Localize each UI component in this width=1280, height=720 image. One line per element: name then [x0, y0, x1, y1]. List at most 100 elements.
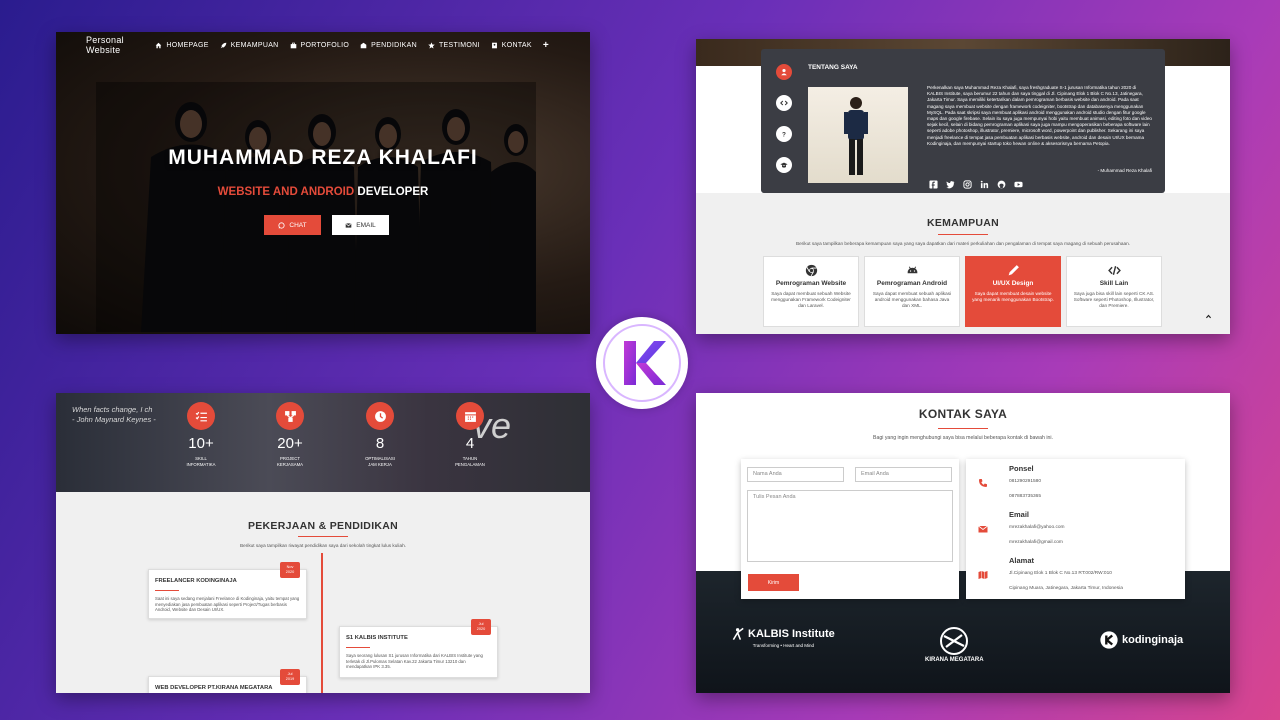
whatsapp-icon — [278, 221, 285, 229]
stat-number: 20+ — [277, 435, 303, 452]
about-tab-question[interactable]: ? — [776, 126, 792, 142]
tasks-icon — [195, 411, 207, 421]
timeline-date: Nov 2020 — [280, 562, 300, 578]
stat-number: 4 — [465, 435, 475, 452]
kalbis-figure-icon — [732, 627, 744, 640]
timeline-divider — [346, 647, 370, 648]
skill-text: Saya dapat membuat sebuah aplikasi andro… — [872, 291, 952, 308]
chevron-up-icon — [1205, 314, 1211, 318]
nav-testimoni[interactable]: TESTIMONI — [428, 42, 480, 49]
kirana-name: KIRANA MEGATARA — [925, 657, 984, 663]
quote-author: - John Maynard Keynes - — [72, 415, 156, 424]
github-icon[interactable] — [997, 180, 1006, 189]
profile-photo-figure — [844, 97, 868, 175]
school-icon — [360, 42, 367, 48]
hero-name: MUHAMMAD REZA KHALAFI — [168, 146, 478, 169]
email-label: EMAIL — [356, 221, 376, 229]
skill-name: UI/UX Design — [992, 280, 1034, 287]
code-icon — [1107, 265, 1121, 276]
about-tab-code[interactable] — [776, 95, 792, 111]
email-address[interactable]: mrezakhalafi@yahoo.com — [1009, 525, 1065, 530]
brand-link[interactable]: Personal Website — [86, 35, 129, 55]
phone-number[interactable]: 087883735365 — [1009, 494, 1041, 499]
about-side-menu: ? — [769, 64, 799, 173]
rocket-icon — [220, 42, 227, 48]
timeline-card-kalbis: Jul 2020 S1 KALBIS INSTITUTE Saya seorang… — [339, 619, 498, 678]
graduation-cap-icon — [780, 162, 788, 168]
skill-name: Pemrograman Android — [876, 280, 948, 287]
nav-portofolio[interactable]: PORTOFOLIO — [290, 42, 350, 49]
skill-card-uiux[interactable]: UI/UX Design Saya dapat membuat desain w… — [965, 256, 1061, 327]
youtube-icon[interactable] — [1014, 180, 1023, 189]
skill-card-android[interactable]: Pemrograman Android Saya dapat membuat s… — [864, 256, 960, 327]
hero-panel: Personal Website HOMEPAGE KEMAMPUAN PORT… — [56, 32, 590, 334]
phone-number[interactable]: 081290291580 — [1009, 479, 1041, 484]
name-input[interactable]: Nama Anda — [747, 467, 844, 482]
kalbis-name: KALBIS Institute — [748, 628, 835, 640]
about-card: ? TENTANG SAYA Perkenalkan saya Muhammad… — [761, 49, 1165, 193]
kirana-emblem-icon — [940, 627, 969, 655]
about-text: Perkenalkan saya Muhammad Reza Khalafi, … — [927, 85, 1152, 146]
linkedin-icon[interactable] — [980, 180, 989, 189]
email-button[interactable]: EMAIL — [332, 215, 389, 235]
nav-homepage[interactable]: HOMEPAGE — [155, 42, 208, 49]
code-icon — [780, 100, 788, 106]
timeline-title: WEB DEVELOPER PT.KIRANA MEGATARA — [155, 685, 273, 691]
about-title: TENTANG SAYA — [808, 64, 858, 71]
contact-form: Nama Anda Email Anda Tulis Pesan Anda Ki… — [741, 459, 959, 599]
kodinginaja-logo: kodinginaja — [1100, 631, 1183, 649]
stat-label: INFORMATIKA — [186, 461, 216, 467]
nav-kontak[interactable]: KONTAK — [491, 42, 532, 49]
about-tab-profile[interactable] — [776, 64, 792, 80]
scroll-top-button[interactable] — [1201, 309, 1215, 323]
send-button[interactable]: Kirim — [748, 574, 799, 591]
instagram-icon[interactable] — [963, 180, 972, 189]
nav-kemampuan[interactable]: KEMAMPUAN — [220, 42, 279, 49]
group-photo — [96, 82, 536, 332]
hero-role: WEBSITE AND ANDROID DEVELOPER — [56, 186, 590, 198]
email-address[interactable]: mrezakhalafi@gmail.com — [1009, 540, 1063, 545]
home-icon — [156, 42, 162, 48]
skill-card-other[interactable]: Skill Lain Saya juga bisa skill lain sep… — [1066, 256, 1162, 327]
address-line: Cipinang Muara, Jatinegara, Jakarta Timu… — [1009, 586, 1123, 591]
email-input[interactable]: Email Anda — [855, 467, 952, 482]
timeline-card-kodinginaja: Nov 2020 FREELANCER KODINGINAJA Saat ini … — [148, 562, 307, 619]
chat-button[interactable]: CHAT — [264, 215, 321, 235]
nav-pendidikan[interactable]: PENDIDIKAN — [360, 42, 417, 49]
phone-title: Ponsel — [1009, 464, 1034, 473]
skills-cards: Pemrograman Website Saya dapat membuat s… — [763, 256, 1162, 327]
svg-text:?: ? — [782, 131, 786, 138]
twitter-icon[interactable] — [946, 180, 955, 189]
question-icon: ? — [782, 131, 786, 138]
stat-number: 8 — [375, 435, 385, 452]
stat-years: 4 TAHUN PENGALAMAN — [445, 402, 495, 467]
nav-label: PENDIDIKAN — [371, 41, 417, 49]
profile-photo — [808, 87, 908, 183]
about-tab-education[interactable] — [776, 157, 792, 173]
user-icon — [781, 68, 787, 76]
education-title: PEKERJAAN & PENDIDIKAN — [247, 520, 399, 532]
pen-icon — [1008, 265, 1019, 276]
map-icon — [978, 571, 988, 579]
message-textarea[interactable]: Tulis Pesan Anda — [747, 490, 953, 562]
nav-label: HOMEPAGE — [166, 41, 209, 49]
timeline-title: FREELANCER KODINGINAJA — [155, 578, 237, 584]
social-links — [929, 180, 1023, 189]
facebook-icon[interactable] — [929, 180, 938, 189]
timeline-date: Jul 2020 — [471, 619, 491, 635]
skill-text: Saya dapat membuat sebuah Website menggu… — [771, 291, 851, 308]
envelope-icon — [978, 525, 988, 533]
contact-title: KONTAK SAYA — [918, 407, 1008, 421]
star-icon — [428, 41, 435, 49]
hero-buttons: CHAT EMAIL — [264, 215, 389, 235]
nav-more-button[interactable]: + — [543, 40, 549, 51]
stat-project: 20+ PROJECT KERJASAMA — [265, 402, 315, 467]
timeline-title: S1 KALBIS INSTITUTE — [346, 635, 408, 641]
kalbis-tagline: Transforming • Heart and Mind — [752, 643, 814, 648]
skill-card-website[interactable]: Pemrograman Website Saya dapat membuat s… — [763, 256, 859, 327]
timeline-divider — [155, 590, 179, 591]
skills-description: Berikut saya tampilkan beberapa kemampua… — [795, 241, 1131, 246]
skill-name: Pemrograman Website — [775, 280, 847, 287]
timeline-line — [321, 553, 323, 693]
kodinginaja-name: kodinginaja — [1122, 634, 1184, 646]
